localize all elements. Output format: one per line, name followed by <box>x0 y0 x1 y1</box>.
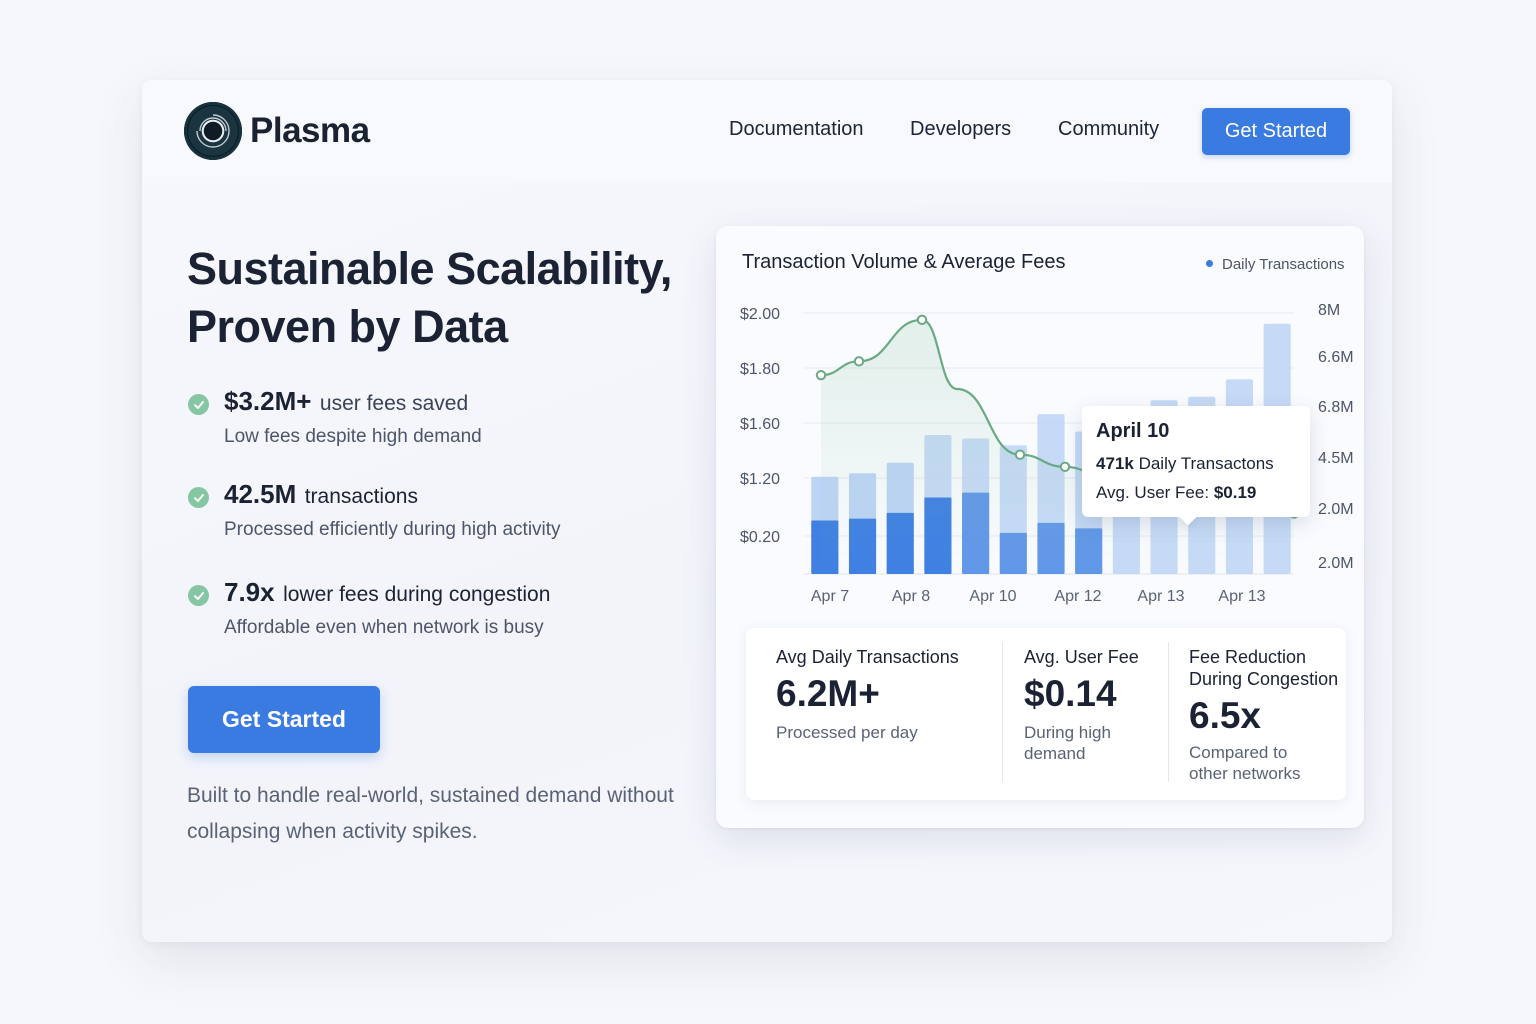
hero-title: Sustainable Scalability, Proven by Data <box>187 243 672 352</box>
site-header: Plasma Documentation Developers Communit… <box>142 80 1392 183</box>
check-icon <box>188 585 209 606</box>
nav-developers[interactable]: Developers <box>910 118 1011 141</box>
stat-label: Avg Daily Transactions <box>776 647 959 667</box>
hero-get-started-button[interactable]: Get Started <box>188 686 380 753</box>
fee-point <box>916 314 928 326</box>
check-icon <box>188 487 209 508</box>
stat-note: Compared to other networks <box>1189 743 1301 783</box>
y-right-tick-label: 6.6M <box>1318 349 1354 366</box>
stat-divider <box>1002 642 1003 782</box>
x-tick-label: Apr 8 <box>892 588 930 605</box>
stats-panel: Avg Daily Transactions 6.2M+ Processed p… <box>746 628 1346 800</box>
check-icon <box>188 394 209 415</box>
y-right-tick-label: 2.0M <box>1318 501 1354 518</box>
feature-highlight: $3.2M+ <box>224 386 312 416</box>
stat-label: Avg. User Fee <box>1024 647 1139 667</box>
chart-tooltip: April 10 471k Daily Transactons Avg. Use… <box>1082 406 1310 517</box>
tooltip-fee: Avg. User Fee: $0.19 <box>1096 483 1257 502</box>
stat-value: $0.14 <box>1024 673 1117 714</box>
stat-value: 6.2M+ <box>776 673 880 714</box>
brand-name[interactable]: Plasma <box>250 111 370 151</box>
feature-text: user fees saved <box>319 392 469 415</box>
stat-avg-daily-transactions: Avg Daily Transactions 6.2M+ Processed p… <box>776 628 996 800</box>
fee-point <box>1014 449 1026 460</box>
y-right-tick-label: 4.5M <box>1318 450 1354 467</box>
stat-avg-user-fee: Avg. User Fee $0.14 During high demand <box>1024 628 1174 800</box>
x-tick-label: Apr 13 <box>1137 588 1184 605</box>
y-right-tick-label: 8M <box>1318 302 1340 319</box>
x-tick-label: Apr 10 <box>969 588 1016 605</box>
y-left-tick-label: $1.80 <box>740 361 780 378</box>
plasma-logo-icon[interactable] <box>184 102 242 160</box>
x-tick-label: Apr 13 <box>1218 588 1265 605</box>
nav-documentation[interactable]: Documentation <box>729 118 864 141</box>
y-right-tick-label: 6.8M <box>1318 399 1354 416</box>
y-left-tick-label: $1.20 <box>740 471 780 488</box>
fee-point <box>1059 461 1071 473</box>
feature-text: lower fees during congestion <box>283 583 551 606</box>
feature-highlight: 7.9x <box>224 577 275 607</box>
y-left-tick-label: $0.20 <box>740 529 780 546</box>
feature-subtext: Low fees despite high demand <box>224 426 482 447</box>
y-left-tick-label: $2.00 <box>740 306 780 323</box>
x-tick-label: Apr 12 <box>1054 588 1101 605</box>
hero-tagline: Built to handle real-world, sustained de… <box>187 784 674 843</box>
stat-note: Processed per day <box>776 723 918 742</box>
feature-text: transactions <box>304 485 418 508</box>
feature-subtext: Affordable even when network is busy <box>224 617 544 638</box>
tooltip-date: April 10 <box>1096 420 1170 442</box>
chart-card: Transaction Volume & Average Fees Daily … <box>716 226 1364 828</box>
nav-community[interactable]: Community <box>1058 118 1159 141</box>
stat-fee-reduction: Fee Reduction During Congestion 6.5x Com… <box>1189 628 1344 800</box>
page-card: Plasma Documentation Developers Communit… <box>142 80 1392 942</box>
fee-point <box>815 369 827 381</box>
x-tick-label: Apr 7 <box>811 588 849 605</box>
y-right-tick-label: 2.0M <box>1318 555 1354 572</box>
feature-highlight: 42.5M <box>224 479 297 509</box>
y-left-tick-label: $1.60 <box>740 416 780 433</box>
header-get-started-button[interactable]: Get Started <box>1202 108 1350 155</box>
fee-point <box>853 356 865 367</box>
stat-divider <box>1168 642 1169 782</box>
stat-value: 6.5x <box>1189 695 1262 736</box>
stat-label: Fee Reduction During Congestion <box>1189 647 1339 689</box>
tooltip-transactions: 471k Daily Transactons <box>1096 454 1274 473</box>
feature-subtext: Processed efficiently during high activi… <box>224 519 561 540</box>
stat-note: During high demand <box>1024 723 1111 763</box>
